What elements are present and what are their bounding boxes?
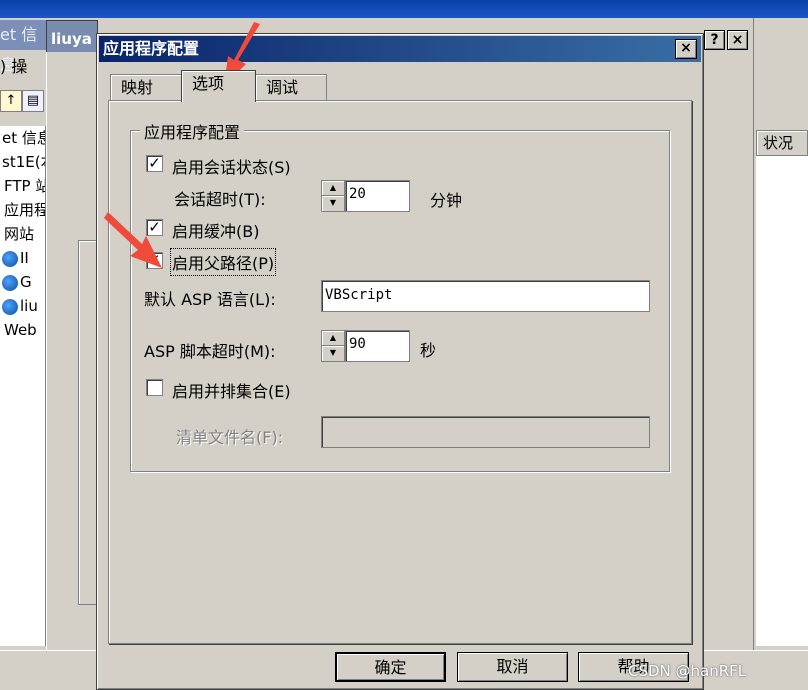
view-icon[interactable]: ▤	[22, 90, 44, 112]
toolbar: ↑ ▤	[0, 86, 46, 116]
asp-script-timeout-unit: 秒	[420, 341, 437, 360]
session-state-checkbox[interactable]: ✓	[146, 155, 163, 172]
parent-paths-checkbox[interactable]: ✓	[146, 252, 163, 269]
spin-up-icon[interactable]: ▲	[322, 181, 344, 196]
tree-item[interactable]: FTP 站	[0, 174, 45, 198]
tree-item[interactable]: et 信息	[0, 126, 45, 150]
tree-item-label: 网站	[4, 225, 35, 243]
tree-item[interactable]: II	[0, 246, 45, 270]
tree-item-label: 应用程	[4, 201, 46, 219]
tree-item-label: FTP 站	[4, 177, 46, 195]
up-folder-icon[interactable]: ↑	[0, 90, 22, 112]
tab-debugging[interactable]: 调试	[255, 74, 327, 102]
tree-item[interactable]: Web	[0, 318, 45, 342]
buffering-label[interactable]: 启用缓冲(B)	[172, 218, 259, 242]
watermark: CSDN @hanRFL	[628, 662, 747, 680]
tree-item-label: II	[20, 249, 29, 267]
session-timeout-spinner[interactable]: ▲ ▼	[321, 180, 345, 212]
results-list	[756, 156, 808, 646]
asp-language-label: 默认 ASP 语言(L):	[144, 290, 276, 309]
menu-bar-fragment[interactable]: ) 操	[0, 52, 46, 82]
caption-buttons: ? ×	[704, 30, 754, 52]
session-timeout-input[interactable]: 20	[345, 180, 410, 212]
asp-script-timeout-spinner[interactable]: ▲ ▼	[321, 330, 345, 362]
tree-item-label: st1E(本	[2, 153, 45, 171]
asp-language-input[interactable]: VBScript	[321, 280, 650, 312]
tree-item[interactable]: st1E(本	[0, 150, 45, 174]
child-window-title: liuya	[46, 20, 98, 56]
session-timeout-unit: 分钟	[430, 191, 463, 210]
desktop-top-strip	[0, 0, 808, 18]
tab-mappings[interactable]: 映射	[110, 74, 182, 102]
group-title: 应用程序配置	[140, 119, 245, 143]
tree-item-label: liu	[20, 297, 38, 315]
manifest-file-input	[321, 416, 650, 448]
globe-icon	[2, 298, 18, 315]
spin-down-icon[interactable]: ▼	[322, 346, 344, 361]
manifest-file-label: 清单文件名(F):	[176, 428, 284, 447]
cancel-button[interactable]: 取消	[457, 652, 568, 682]
dialog-title: 应用程序配置	[103, 39, 200, 58]
session-timeout-label: 会话超时(T):	[174, 190, 266, 209]
help-caption-button[interactable]: ?	[704, 30, 725, 50]
tree-item[interactable]: 网站	[0, 222, 45, 246]
close-caption-button[interactable]: ×	[727, 30, 748, 50]
tab-options[interactable]: 选项	[181, 70, 256, 102]
spin-up-icon[interactable]: ▲	[322, 331, 344, 346]
side-by-side-label[interactable]: 启用并排集合(E)	[172, 378, 291, 402]
spin-down-icon[interactable]: ▼	[322, 196, 344, 211]
tree-item-label: G	[20, 273, 32, 291]
site-tree: et 信息 st1E(本 FTP 站 应用程 网站 II G liu Web	[0, 126, 46, 646]
parent-paths-label[interactable]: 启用父路径(P)	[169, 248, 277, 276]
tree-item[interactable]: 应用程	[0, 198, 45, 222]
tree-item[interactable]: G	[0, 270, 45, 294]
properties-group-behind	[78, 240, 98, 605]
buffering-checkbox[interactable]: ✓	[146, 219, 163, 236]
side-by-side-checkbox[interactable]	[146, 379, 163, 396]
iis-window-title: et 信息	[0, 20, 46, 74]
dialog-title-bar: 应用程序配置	[99, 36, 701, 62]
tree-item-label: Web	[4, 321, 37, 339]
tree-item-label: et 信息	[2, 129, 45, 147]
globe-icon	[2, 250, 18, 267]
asp-script-timeout-label: ASP 脚本超时(M):	[144, 342, 276, 361]
asp-script-timeout-input[interactable]: 90	[345, 330, 410, 362]
dialog-close-button[interactable]: ×	[675, 39, 697, 59]
ok-button[interactable]: 确定	[335, 652, 446, 682]
globe-icon	[2, 274, 18, 291]
tree-item[interactable]: liu	[0, 294, 45, 318]
status-column-header[interactable]: 状况	[756, 130, 808, 156]
session-state-label[interactable]: 启用会话状态(S)	[172, 154, 291, 178]
